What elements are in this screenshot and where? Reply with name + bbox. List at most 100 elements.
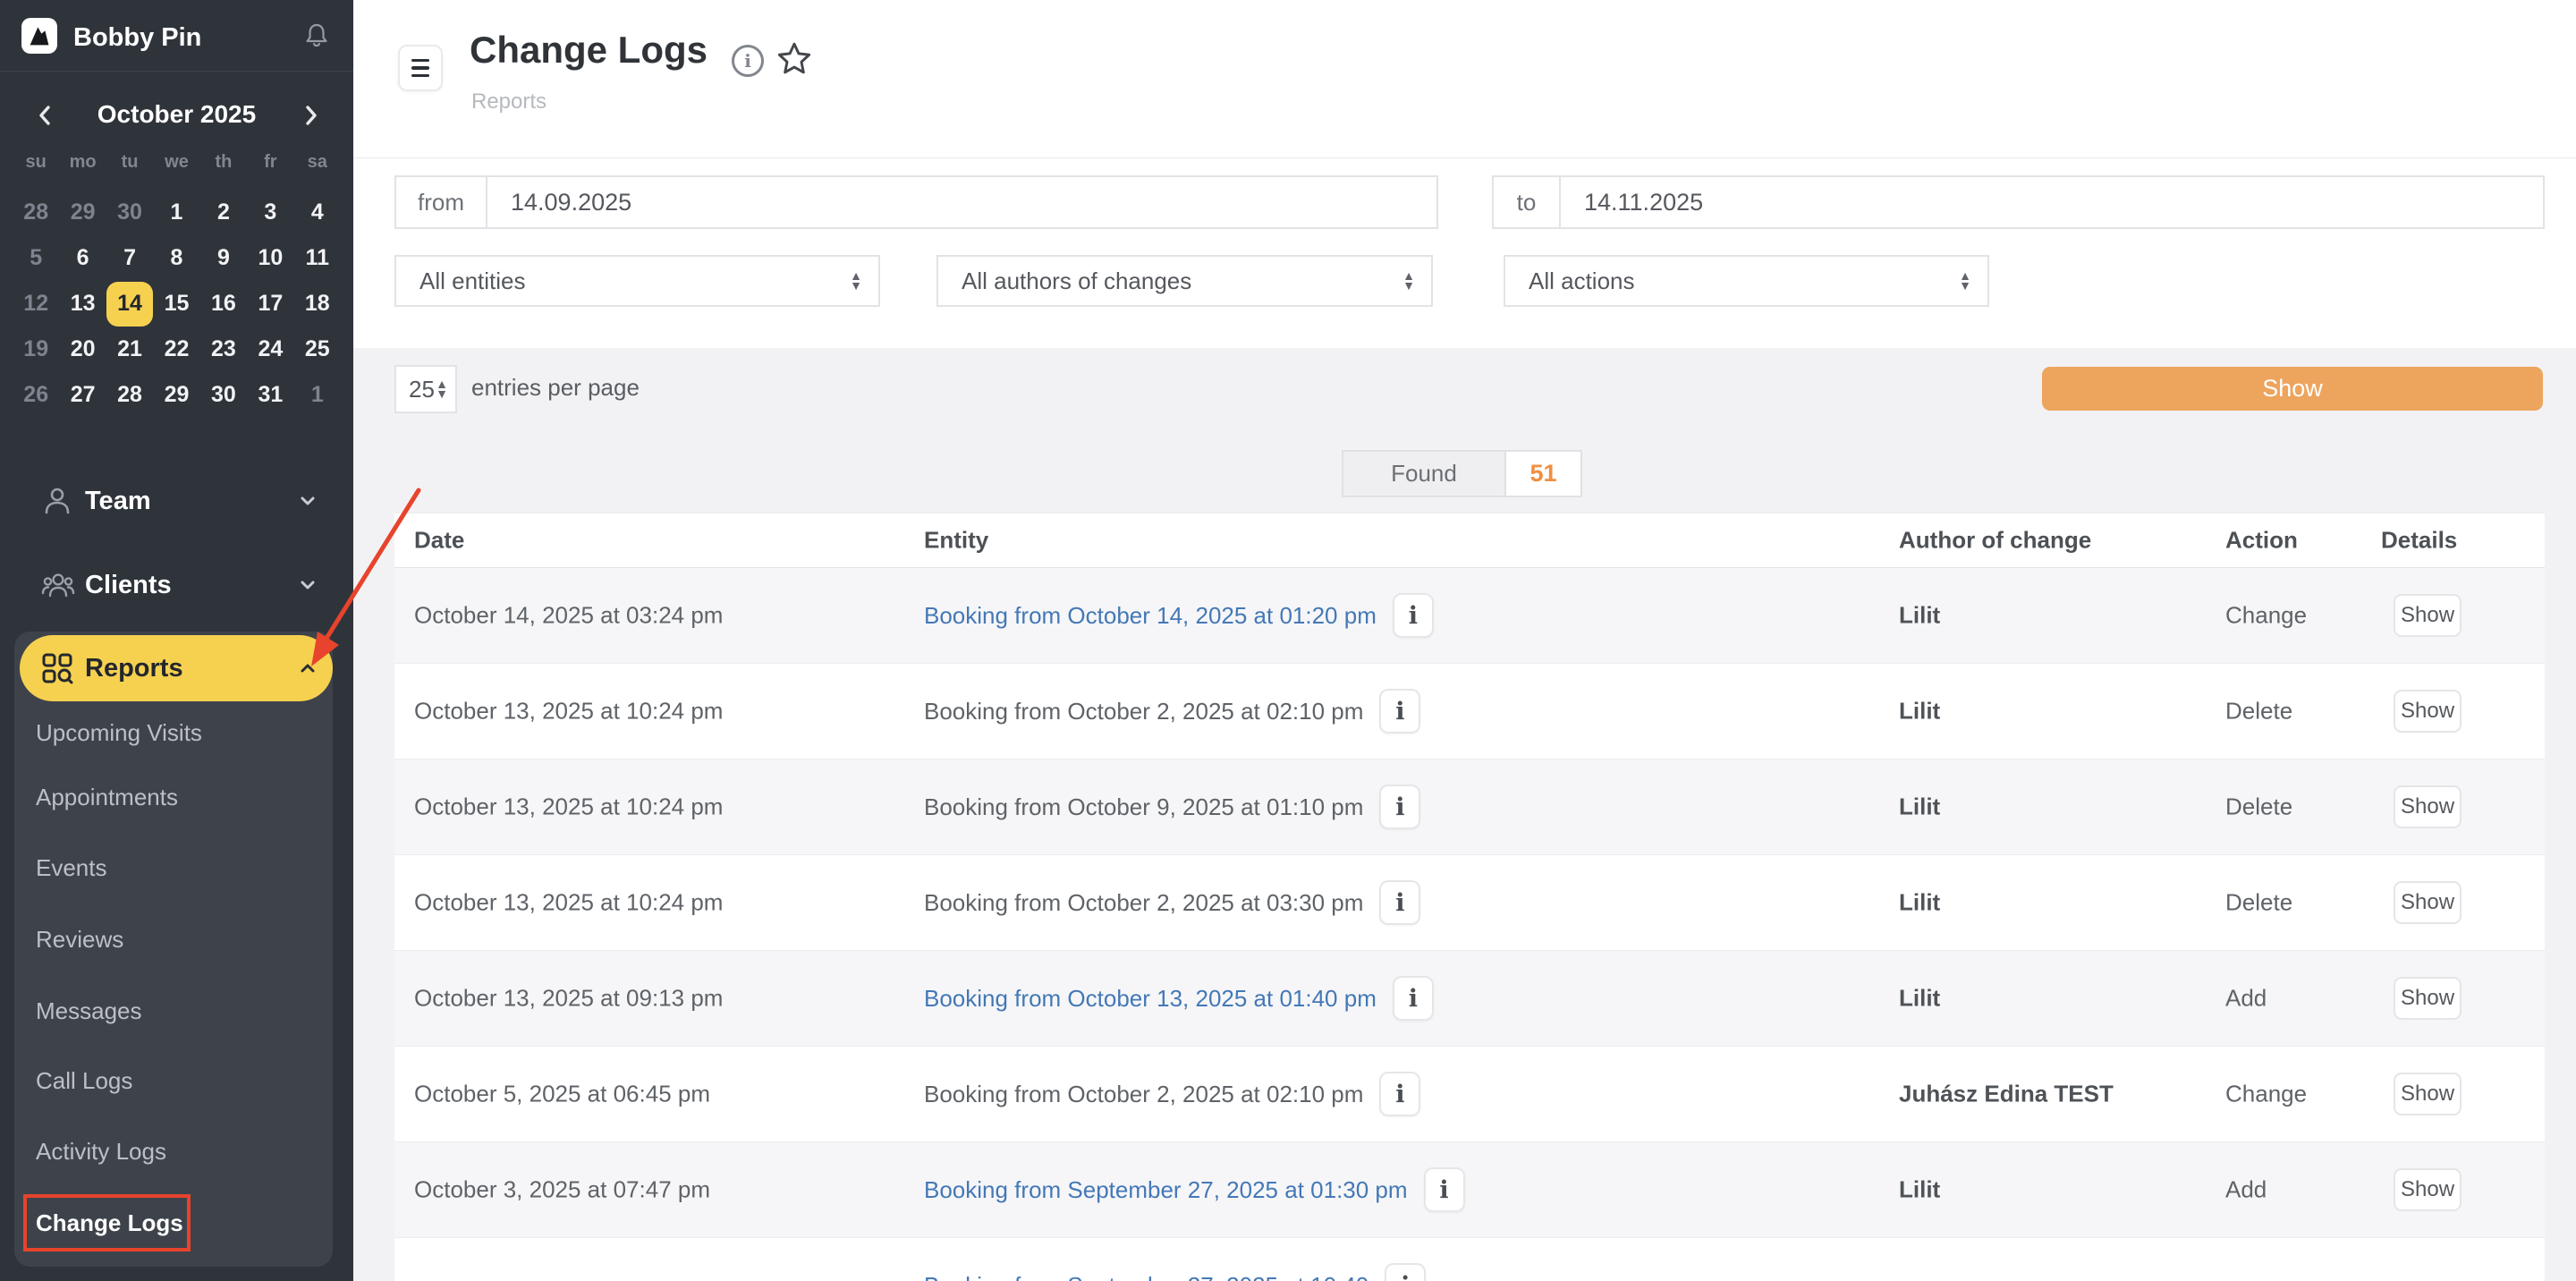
calendar-day[interactable]: 21 [106, 327, 153, 372]
show-details-button[interactable]: Show [2394, 977, 2462, 1020]
cell-entity: Booking from October 14, 2025 at 01:20 p… [924, 593, 1434, 638]
entity-link[interactable]: Booking from October 14, 2025 at 01:20 p… [924, 602, 1377, 630]
date-from-group: from [394, 175, 1438, 229]
calendar-day[interactable]: 24 [247, 327, 293, 372]
entity-link[interactable]: Booking from September 27, 2025 at 01:30… [924, 1176, 1408, 1204]
table-row: October 13, 2025 at 10:24 pm Booking fro… [394, 855, 2545, 951]
chevron-down-icon [297, 574, 318, 596]
info-button[interactable]: i [1379, 1072, 1420, 1116]
calendar-day[interactable]: 3 [247, 190, 293, 235]
cell-entity: Booking from October 13, 2025 at 01:40 p… [924, 976, 1434, 1021]
info-button[interactable]: i [1385, 1263, 1426, 1281]
show-details-button[interactable]: Show [2394, 1073, 2462, 1116]
calendar-day[interactable]: 20 [59, 327, 106, 372]
dow-label: tu [106, 152, 153, 173]
sidebar-item-upcoming-visits[interactable]: Upcoming Visits [36, 715, 202, 751]
sidebar-item-activity-logs[interactable]: Activity Logs [36, 1133, 166, 1169]
entity-link[interactable]: Booking from September 27, 2025 at 10:40 [924, 1272, 1368, 1281]
sidebar-item-team[interactable]: Team [0, 469, 353, 533]
info-icon[interactable]: i [732, 45, 764, 77]
dow-label: mo [59, 152, 106, 173]
sidebar-item-clients[interactable]: Clients [0, 553, 353, 617]
menu-toggle-button[interactable] [398, 45, 443, 91]
calendar-day[interactable]: 1 [294, 372, 341, 418]
info-button[interactable]: i [1393, 593, 1434, 638]
calendar-day[interactable]: 27 [59, 372, 106, 418]
calendar-day[interactable]: 16 [200, 281, 247, 327]
calendar-day[interactable]: 25 [294, 327, 341, 372]
calendar-day[interactable]: 12 [13, 281, 59, 327]
calendar-day[interactable]: 2 [200, 190, 247, 235]
star-icon[interactable] [776, 41, 812, 77]
calendar-day[interactable]: 30 [200, 372, 247, 418]
calendar-day[interactable]: 10 [247, 235, 293, 281]
change-logs-page: Bobby Pin October 2025 su mo tu we th fr… [0, 0, 2576, 1281]
calendar-day-selected[interactable]: 14 [106, 281, 153, 327]
calendar-day[interactable]: 8 [153, 235, 199, 281]
bell-icon[interactable] [302, 21, 331, 50]
entity-link[interactable]: Booking from October 13, 2025 at 01:40 p… [924, 985, 1377, 1013]
calendar-day[interactable]: 29 [59, 190, 106, 235]
calendar-day[interactable]: 31 [247, 372, 293, 418]
show-details-button[interactable]: Show [2394, 594, 2462, 637]
sidebar-item-call-logs[interactable]: Call Logs [36, 1063, 132, 1099]
info-button[interactable]: i [1379, 689, 1420, 734]
found-count: 51 [1506, 450, 1582, 497]
sidebar-item-messages[interactable]: Messages [36, 993, 142, 1029]
change-logs-annotation-box: Change Logs [23, 1194, 191, 1251]
calendar-day[interactable]: 29 [153, 372, 199, 418]
calendar-day[interactable]: 6 [59, 235, 106, 281]
sidebar-item-reports[interactable]: Reports [20, 635, 333, 701]
info-button[interactable]: i [1379, 880, 1420, 925]
show-filter-button[interactable]: Show [2042, 367, 2543, 411]
calendar-day[interactable]: 22 [153, 327, 199, 372]
calendar-day[interactable]: 28 [13, 190, 59, 235]
sidebar-item-events[interactable]: Events [36, 850, 107, 886]
date-to-input[interactable] [1561, 175, 2545, 229]
entities-select[interactable]: All entities ▲▼ [394, 255, 880, 307]
date-from-input[interactable] [487, 175, 1438, 229]
sidebar-item-reviews[interactable]: Reviews [36, 921, 123, 957]
calendar-day[interactable]: 1 [153, 190, 199, 235]
calendar-day[interactable]: 17 [247, 281, 293, 327]
calendar-day[interactable]: 4 [294, 190, 341, 235]
sidebar-item-appointments[interactable]: Appointments [36, 779, 178, 815]
dow-label: su [13, 152, 59, 173]
calendar-day[interactable]: 5 [13, 235, 59, 281]
show-details-button[interactable]: Show [2394, 1168, 2462, 1211]
info-button[interactable]: i [1393, 976, 1434, 1021]
cell-date: October 13, 2025 at 10:24 pm [414, 793, 723, 821]
calendar-day[interactable]: 23 [200, 327, 247, 372]
show-details-button[interactable]: Show [2394, 785, 2462, 828]
reports-grid-search-icon [41, 652, 73, 684]
calendar-day[interactable]: 7 [106, 235, 153, 281]
cell-date: October 5, 2025 at 06:45 pm [414, 1081, 710, 1108]
actions-select[interactable]: All actions ▲▼ [1504, 255, 1989, 307]
show-details-button[interactable]: Show [2394, 881, 2462, 924]
calendar-day[interactable]: 26 [13, 372, 59, 418]
per-page-value: 25 [409, 376, 435, 403]
sidebar-item-change-logs[interactable]: Change Logs [36, 1205, 183, 1241]
authors-select-value: All authors of changes [962, 267, 1191, 295]
authors-select[interactable]: All authors of changes ▲▼ [936, 255, 1433, 307]
calendar-day[interactable]: 18 [294, 281, 341, 327]
show-details-button[interactable]: Show [2394, 690, 2462, 733]
calendar-weekday-header: su mo tu we th fr sa [13, 152, 341, 173]
to-label: to [1492, 175, 1561, 229]
calendar-day[interactable]: 11 [294, 235, 341, 281]
calendar-day[interactable]: 13 [59, 281, 106, 327]
calendar-day[interactable]: 28 [106, 372, 153, 418]
calendar-day[interactable]: 9 [200, 235, 247, 281]
cell-action: Delete [2225, 889, 2292, 917]
calendar-day[interactable]: 15 [153, 281, 199, 327]
calendar-next-button[interactable] [295, 100, 327, 131]
info-button[interactable]: i [1424, 1167, 1465, 1212]
calendar-day[interactable]: 19 [13, 327, 59, 372]
table-header-row: Date Entity Author of change Action Deta… [394, 513, 2545, 568]
cell-entity: Booking from October 9, 2025 at 01:10 pm… [924, 785, 1420, 829]
table-row: October 13, 2025 at 09:13 pm Booking fro… [394, 951, 2545, 1047]
per-page-select[interactable]: 25 ▲▼ [394, 365, 457, 413]
calendar-day[interactable]: 30 [106, 190, 153, 235]
info-button[interactable]: i [1379, 785, 1420, 829]
cell-entity: Booking from October 2, 2025 at 02:10 pm… [924, 689, 1420, 734]
